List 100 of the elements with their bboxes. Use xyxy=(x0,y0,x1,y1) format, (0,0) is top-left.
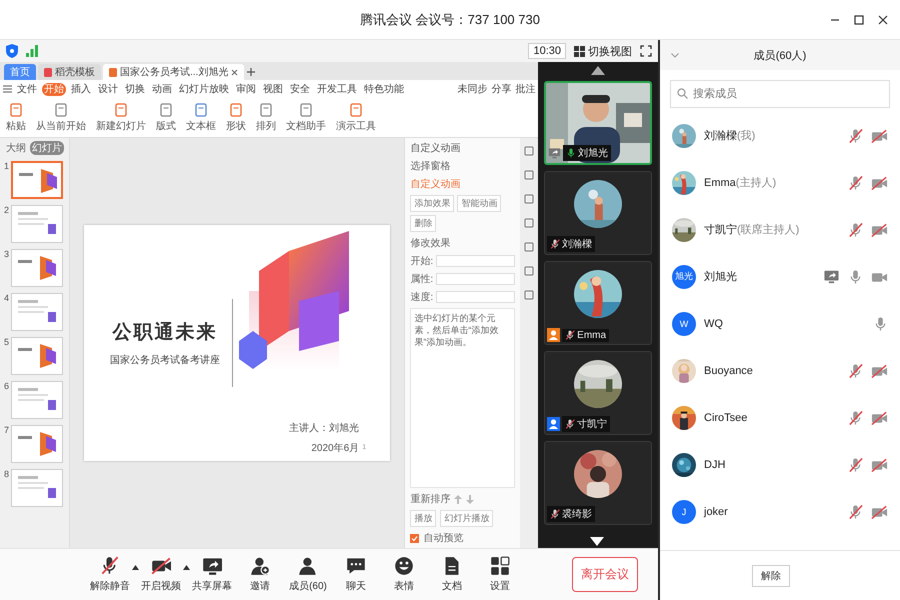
participant-name: 刘瀚樑 xyxy=(547,236,596,252)
ribbon-tool[interactable]: 演示工具 xyxy=(336,102,376,132)
tool-icon[interactable] xyxy=(524,218,534,228)
ribbon-tool[interactable]: 从当前开始 xyxy=(36,102,86,132)
pane-button[interactable]: 添加效果 xyxy=(410,195,454,212)
tool-icon xyxy=(114,102,128,116)
play-button[interactable]: 播放 xyxy=(410,510,436,527)
tool-icon[interactable] xyxy=(524,194,534,204)
tool-icon[interactable] xyxy=(524,170,534,180)
microphone-icon[interactable] xyxy=(848,456,863,472)
toolbar-button[interactable]: 聊天 xyxy=(332,556,380,593)
menu-tab[interactable]: 审阅 xyxy=(234,82,258,96)
toolbar-button[interactable]: 共享屏幕 xyxy=(188,556,236,593)
slide-thumbnail[interactable] xyxy=(11,425,64,463)
scroll-up-icon[interactable] xyxy=(591,66,606,75)
plus-icon[interactable] xyxy=(246,67,256,77)
slide-thumbnail[interactable] xyxy=(11,381,64,419)
caret-icon[interactable] xyxy=(183,565,190,570)
pane-button[interactable]: 智能动画 xyxy=(457,195,502,212)
selection-pane-link[interactable]: 选择窗格 xyxy=(410,159,516,173)
dropdown-field[interactable] xyxy=(436,291,516,303)
slide-thumbnail[interactable] xyxy=(11,205,64,243)
pane-button[interactable]: 删除 xyxy=(410,215,436,232)
close-icon[interactable] xyxy=(878,14,888,24)
tool-icon[interactable] xyxy=(524,146,534,156)
video-tile[interactable]: Emma xyxy=(544,261,652,345)
menu-tab[interactable]: 切换 xyxy=(123,82,147,96)
checkbox[interactable] xyxy=(410,534,420,542)
video-tile[interactable]: 裘绮影 xyxy=(544,441,652,525)
microphone-icon[interactable] xyxy=(848,410,863,426)
ribbon-tool[interactable]: 新建幻灯片 xyxy=(96,102,146,132)
play-button[interactable]: 幻灯片播放 xyxy=(440,510,494,527)
menu-icon[interactable] xyxy=(3,85,12,93)
tool-icon[interactable] xyxy=(524,242,534,252)
leave-meeting-button[interactable]: 离开会议 xyxy=(572,557,638,592)
menu-tab[interactable]: 文件 xyxy=(15,82,39,96)
microphone-icon[interactable] xyxy=(848,504,863,520)
ribbon-tool[interactable]: 文本框 xyxy=(186,102,216,132)
ribbon-tool[interactable]: 排列 xyxy=(256,102,276,132)
camera-icon[interactable] xyxy=(871,362,888,378)
menu-tab[interactable]: 视图 xyxy=(261,82,285,96)
document-tab[interactable]: 稻壳模板 xyxy=(38,64,101,80)
scroll-down-icon[interactable] xyxy=(590,537,604,546)
dropdown-field[interactable] xyxy=(436,273,516,285)
menu-tab[interactable]: 特色功能 xyxy=(362,82,406,96)
toolbar-button[interactable]: 文档 xyxy=(428,556,476,593)
fullscreen-icon[interactable] xyxy=(640,45,652,57)
microphone-icon[interactable] xyxy=(873,316,888,332)
camera-icon[interactable] xyxy=(871,456,888,472)
video-tile[interactable]: 刘旭光 xyxy=(544,81,652,165)
microphone-icon[interactable] xyxy=(848,268,863,284)
toolbar-button[interactable]: 开启视频 xyxy=(137,556,185,593)
toolbar-button[interactable]: 成员(60) xyxy=(284,556,332,593)
camera-icon[interactable] xyxy=(871,174,888,190)
switch-view-button[interactable]: 切换视图 xyxy=(574,44,632,58)
slide-thumbnail[interactable] xyxy=(11,293,64,331)
ribbon-tool[interactable]: 版式 xyxy=(156,102,176,132)
chevron-down-icon[interactable] xyxy=(671,52,679,58)
menu-tab[interactable]: 动画 xyxy=(150,82,174,96)
tool-icon[interactable] xyxy=(524,266,534,276)
camera-icon[interactable] xyxy=(871,504,888,520)
toolbar-button[interactable]: 设置 xyxy=(476,556,524,593)
menu-link[interactable]: 未同步 xyxy=(457,82,488,96)
search-field[interactable]: 搜索成员 xyxy=(670,80,890,108)
camera-icon[interactable] xyxy=(871,222,888,238)
menu-link[interactable]: 批注 xyxy=(515,82,536,96)
toolbar-button[interactable]: 邀请 xyxy=(236,556,284,593)
menu-tab[interactable]: 设计 xyxy=(96,82,120,96)
panel-tab[interactable]: 幻灯片 xyxy=(30,141,64,155)
document-tab[interactable]: 国家公务员考试...刘旭光 xyxy=(103,64,244,80)
menu-link[interactable]: 分享 xyxy=(491,82,512,96)
menu-tab[interactable]: 开发工具 xyxy=(315,82,359,96)
panel-tab[interactable]: 大纲 xyxy=(4,141,28,155)
close-icon[interactable] xyxy=(231,68,238,76)
ribbon-tool[interactable]: 文档助手 xyxy=(286,102,326,132)
toolbar-button[interactable]: 解除静音 xyxy=(86,556,134,593)
slide-thumbnail[interactable] xyxy=(11,249,64,287)
camera-icon[interactable] xyxy=(871,128,888,144)
slide-thumbnail[interactable] xyxy=(11,337,64,375)
video-tile[interactable]: 寸凯宁 xyxy=(544,351,652,435)
caret-icon[interactable] xyxy=(132,565,139,570)
menu-tab[interactable]: 幻灯片放映 xyxy=(177,82,231,96)
microphone-icon[interactable] xyxy=(848,128,863,144)
dropdown-field[interactable] xyxy=(436,255,516,267)
tool-icon[interactable] xyxy=(524,290,534,300)
unmute-button[interactable]: 解除 xyxy=(752,564,790,586)
camera-icon[interactable] xyxy=(871,410,888,426)
toolbar-button[interactable]: 表情 xyxy=(380,556,428,593)
microphone-icon[interactable] xyxy=(848,174,863,190)
slide-thumbnail[interactable] xyxy=(11,469,64,507)
ribbon-tool[interactable]: 粘贴 xyxy=(6,102,26,132)
microphone-icon[interactable] xyxy=(848,362,863,378)
ribbon-tool[interactable]: 形状 xyxy=(226,102,246,132)
menu-tab[interactable]: 插入 xyxy=(69,82,93,96)
microphone-icon[interactable] xyxy=(848,222,863,238)
slide-thumbnail[interactable] xyxy=(11,161,64,199)
maximize-icon[interactable] xyxy=(854,14,864,24)
video-tile[interactable]: 刘瀚樑 xyxy=(544,171,652,255)
tool-icon xyxy=(259,102,273,116)
menu-tab[interactable]: 安全 xyxy=(288,82,312,96)
